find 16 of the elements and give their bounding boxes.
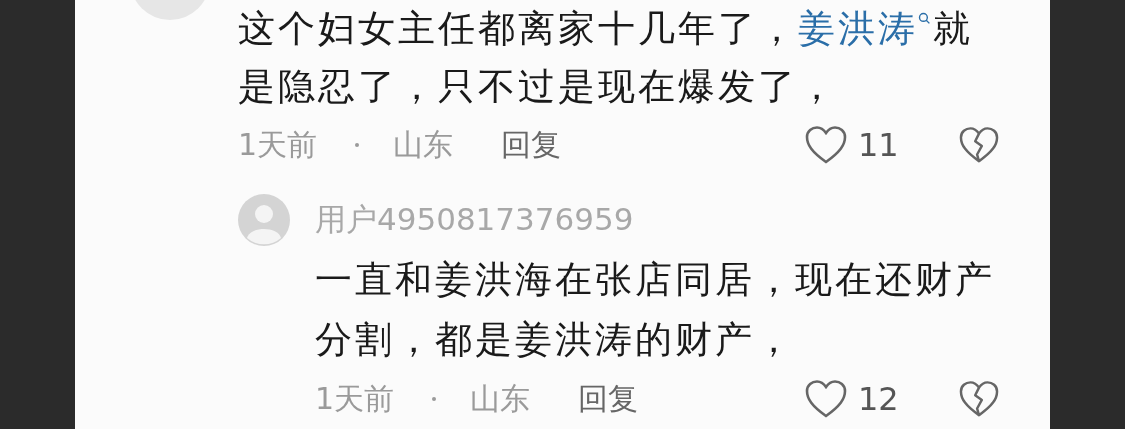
- timestamp: 1天前: [238, 125, 318, 164]
- heart-icon[interactable]: [804, 125, 848, 165]
- reply-link[interactable]: 回复: [501, 124, 562, 166]
- location: 山东: [393, 125, 454, 164]
- reply-text: 一直和姜洪海在张店同居，现在还财产分割，都是姜洪涛的财产，: [315, 257, 996, 363]
- heart-icon[interactable]: [804, 379, 848, 419]
- location: 山东: [470, 379, 531, 418]
- search-link[interactable]: 姜洪涛: [798, 7, 918, 50]
- separator-dot: [355, 143, 360, 147]
- like-count: 11: [858, 126, 900, 164]
- search-icon: [918, 12, 931, 25]
- reply-link[interactable]: 回复: [578, 378, 639, 420]
- comment-text: 这个妇女主任都离家十几年了，姜洪涛 就是隐忍了，只不过是现在爆发了，: [238, 6, 974, 110]
- timestamp: 1天前: [315, 379, 395, 418]
- separator-dot: [432, 397, 437, 401]
- like-count: 12: [858, 380, 900, 418]
